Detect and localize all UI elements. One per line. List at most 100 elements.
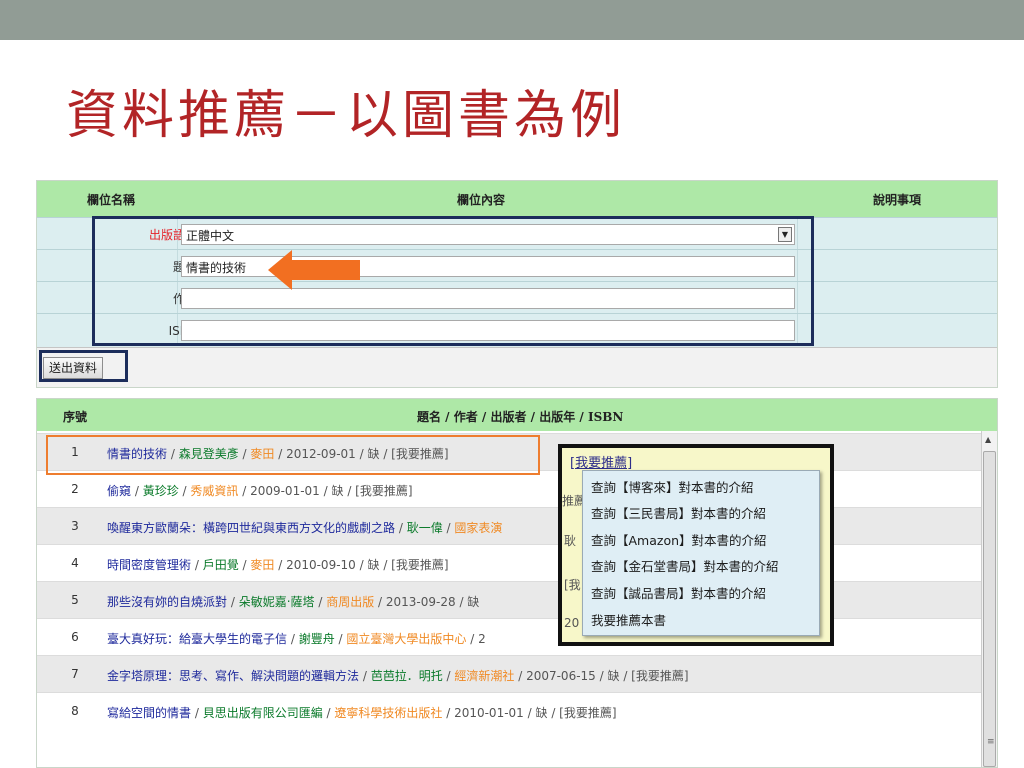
row-book-info: 時間密度管理術 / 戶田覺 / 麥田 / 2010-09-10 / 缺 / [我…: [107, 556, 449, 573]
field-separator: /: [319, 484, 332, 498]
book-publisher: 商周出版: [326, 595, 375, 609]
book-author: 謝豐舟: [298, 632, 335, 646]
header-field-content: 欄位內容: [457, 193, 506, 207]
field-separator: /: [334, 632, 347, 646]
row-book-info: 偷窺 / 黃珍珍 / 秀威資訊 / 2009-01-01 / 缺 / [我要推薦…: [107, 482, 413, 499]
book-isbn: 缺: [331, 484, 344, 498]
first-result-highlight: [46, 435, 540, 475]
pointer-arrow-icon: [268, 250, 360, 290]
book-isbn: 缺: [535, 706, 548, 720]
book-isbn: 缺: [367, 558, 380, 572]
menu-item-recommend-book[interactable]: 我要推薦本書: [591, 610, 666, 629]
popup-background-text: [我: [564, 578, 581, 592]
header-index: 序號: [63, 410, 88, 424]
book-title-link[interactable]: 寫給空間的情書: [107, 706, 191, 720]
field-separator: /: [191, 558, 203, 572]
field-separator: /: [442, 706, 455, 720]
book-title-link[interactable]: 金字塔原理：思考、寫作、解決問題的邏輯方法: [107, 669, 359, 683]
header-notes: 說明事項: [873, 193, 922, 207]
book-author: 戶田覺: [202, 558, 239, 572]
row-index: 4: [71, 556, 79, 570]
popup-background-text: 20: [564, 616, 580, 630]
recommend-link[interactable]: [我要推薦]: [631, 669, 688, 683]
book-title-link[interactable]: 喚醒東方歐蘭朵：橫跨四世紀與東西方文化的戲劇之路: [107, 521, 395, 535]
book-author: 芭芭拉．明托: [370, 669, 443, 683]
recommend-link[interactable]: [我要推薦]: [391, 558, 448, 572]
book-author: 朵敏妮嘉‧薩塔: [238, 595, 315, 609]
book-year: 2: [478, 632, 486, 646]
field-separator: /: [466, 632, 479, 646]
field-separator: /: [514, 669, 527, 683]
scroll-grip-icon: ≡: [987, 737, 995, 747]
book-publisher: 經濟新潮社: [454, 669, 515, 683]
field-separator: /: [274, 558, 287, 572]
results-header-row: 序號 題名 / 作者 / 出版者 / 出版年 / ISBN: [37, 399, 997, 431]
row-book-info: 喚醒東方歐蘭朵：橫跨四世紀與東西方文化的戲劇之路 / 耿一偉 / 國家表演: [107, 519, 502, 536]
table-row[interactable]: 5 那些沒有妳的自燒派對 / 朵敏妮嘉‧薩塔 / 商周出版 / 2013-09-2…: [37, 581, 981, 618]
table-row[interactable]: 3 喚醒東方歐蘭朵：橫跨四世紀與東西方文化的戲劇之路 / 耿一偉 / 國家表演: [37, 507, 981, 544]
form-fields-highlight: [92, 216, 814, 346]
book-title-link[interactable]: 那些沒有妳的自燒派對: [107, 595, 227, 609]
field-separator: /: [178, 484, 191, 498]
field-separator: /: [359, 669, 371, 683]
field-separator: /: [238, 484, 251, 498]
row-book-info: 臺大真好玩：給臺大學生的電子信 / 謝豐舟 / 國立臺灣大學出版中心 / 2: [107, 630, 486, 647]
recommend-link[interactable]: [我要推薦]: [570, 452, 632, 471]
table-row[interactable]: 8 寫給空間的情書 / 貝思出版有限公司匯編 / 遼寧科學技術出版社 / 2010…: [37, 692, 981, 729]
book-title-link[interactable]: 臺大真好玩：給臺大學生的電子信: [107, 632, 287, 646]
submit-highlight: [39, 350, 128, 382]
scrollbar-thumb[interactable]: ≡: [983, 451, 996, 767]
row-index: 3: [71, 519, 79, 533]
recommend-link[interactable]: [我要推薦]: [355, 484, 412, 498]
field-separator: /: [191, 706, 203, 720]
field-separator: /: [595, 669, 608, 683]
row-book-info: 寫給空間的情書 / 貝思出版有限公司匯編 / 遼寧科學技術出版社 / 2010-…: [107, 704, 617, 721]
book-year: 2010-09-10: [286, 558, 356, 572]
header-field-name: 欄位名稱: [87, 193, 136, 207]
field-separator: /: [395, 521, 407, 535]
recommend-link[interactable]: [我要推薦]: [559, 706, 616, 720]
field-separator: /: [442, 669, 455, 683]
field-separator: /: [238, 558, 251, 572]
popup-background-text: 耿: [564, 534, 577, 548]
row-index: 8: [71, 704, 79, 718]
form-header-row: 欄位名稱 欄位內容 說明事項: [37, 181, 997, 217]
menu-item-amazon[interactable]: 查詢【Amazon】對本書的介紹: [591, 530, 767, 549]
book-year: 2013-09-28: [385, 595, 456, 609]
field-separator: /: [287, 632, 299, 646]
book-isbn: 缺: [607, 669, 620, 683]
results-scrollbar[interactable]: ▲ ≡: [981, 431, 997, 767]
book-author: 耿一偉: [406, 521, 443, 535]
field-separator: /: [322, 706, 335, 720]
field-separator: /: [131, 484, 143, 498]
row-index: 5: [71, 593, 79, 607]
header-book-info: 題名 / 作者 / 出版者 / 出版年 / ISBN: [417, 410, 624, 424]
book-title-link[interactable]: 偷窺: [107, 484, 131, 498]
slide-title: 資料推薦－以圖書為例: [66, 86, 627, 146]
table-row[interactable]: 2 偷窺 / 黃珍珍 / 秀威資訊 / 2009-01-01 / 缺 / [我要推…: [37, 470, 981, 507]
scroll-up-arrow-icon[interactable]: ▲: [985, 435, 991, 444]
menu-item-kingstone[interactable]: 查詢【金石堂書局】對本書的介紹: [591, 556, 779, 575]
field-separator: /: [547, 706, 560, 720]
table-row[interactable]: 7 金字塔原理：思考、寫作、解決問題的邏輯方法 / 芭芭拉．明托 / 經濟新潮社 …: [37, 655, 981, 692]
book-publisher: 麥田: [250, 558, 275, 572]
book-publisher: 遼寧科學技術出版社: [334, 706, 443, 720]
field-separator: /: [374, 595, 386, 609]
table-row[interactable]: 6 臺大真好玩：給臺大學生的電子信 / 謝豐舟 / 國立臺灣大學出版中心 / 2: [37, 618, 981, 655]
field-separator: /: [355, 558, 368, 572]
book-year: 2009-01-01: [250, 484, 320, 498]
field-separator: /: [455, 595, 468, 609]
book-author: 黃珍珍: [142, 484, 179, 498]
field-separator: /: [314, 595, 327, 609]
book-title-link[interactable]: 時間密度管理術: [107, 558, 191, 572]
menu-item-eslite[interactable]: 查詢【誠品書局】對本書的介紹: [591, 583, 766, 602]
book-author: 貝思出版有限公司匯編: [202, 706, 323, 720]
recommend-menu: 查詢【博客來】對本書的介紹 查詢【三民書局】對本書的介紹 查詢【Amazon】對…: [582, 470, 820, 636]
menu-item-books-com-tw[interactable]: 查詢【博客來】對本書的介紹: [591, 477, 754, 496]
menu-item-sanmin[interactable]: 查詢【三民書局】對本書的介紹: [591, 503, 766, 522]
row-index: 2: [71, 482, 79, 496]
field-separator: /: [442, 521, 455, 535]
table-row[interactable]: 4 時間密度管理術 / 戶田覺 / 麥田 / 2010-09-10 / 缺 / […: [37, 544, 981, 581]
row-book-info: 金字塔原理：思考、寫作、解決問題的邏輯方法 / 芭芭拉．明托 / 經濟新潮社 /…: [107, 667, 689, 684]
book-isbn: 缺: [467, 595, 480, 609]
